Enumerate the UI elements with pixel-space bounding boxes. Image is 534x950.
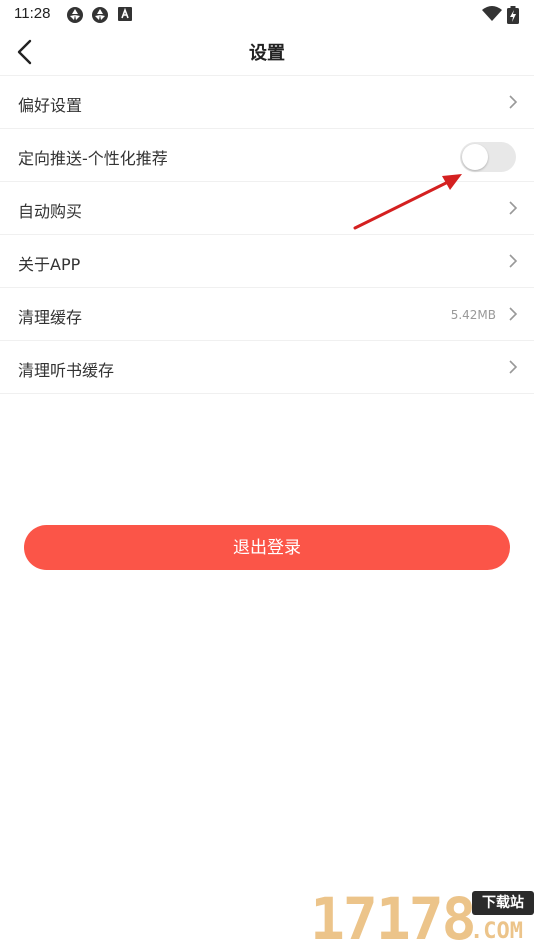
title-bar: 设置	[0, 28, 534, 76]
watermark-number: 17178	[310, 885, 477, 950]
toggle-knob	[462, 144, 488, 170]
status-time: 11:28	[14, 5, 51, 22]
settings-item-label: 关于APP	[18, 255, 81, 274]
site-watermark: 17178 下载站 .COM	[310, 885, 534, 950]
settings-item-label: 清理听书缓存	[18, 361, 115, 380]
aperture-icon	[67, 7, 83, 23]
settings-item-label: 定向推送-个性化推荐	[18, 149, 168, 168]
battery-charging-icon	[507, 6, 519, 24]
settings-item-label: 偏好设置	[18, 96, 83, 115]
aperture-icon	[92, 7, 108, 23]
settings-item-clear-audiobook-cache[interactable]: 清理听书缓存	[0, 341, 534, 394]
chevron-right-icon	[509, 201, 518, 215]
status-bar: 11:28	[0, 0, 534, 28]
settings-item-preferences[interactable]: 偏好设置	[0, 76, 534, 129]
chevron-right-icon	[509, 307, 518, 321]
settings-list: 偏好设置 定向推送-个性化推荐 自动购买 关于APP 清理缓存 5.42MB 清…	[0, 76, 534, 394]
watermark-suffix: .COM	[470, 919, 523, 944]
settings-item-label: 自动购买	[18, 202, 83, 221]
logout-button[interactable]: 退出登录	[24, 525, 510, 570]
watermark-tag: 下载站	[472, 891, 534, 915]
chevron-right-icon	[509, 254, 518, 268]
wifi-icon	[482, 6, 502, 21]
settings-item-clear-cache[interactable]: 清理缓存 5.42MB	[0, 288, 534, 341]
chevron-right-icon	[509, 95, 518, 109]
app-badge-icon	[118, 7, 132, 21]
cache-size-value: 5.42MB	[450, 308, 496, 322]
settings-item-about-app[interactable]: 关于APP	[0, 235, 534, 288]
chevron-right-icon	[509, 360, 518, 374]
settings-item-label: 清理缓存	[18, 308, 83, 327]
annotation-arrow-icon	[353, 174, 462, 230]
page-title: 设置	[249, 43, 285, 64]
